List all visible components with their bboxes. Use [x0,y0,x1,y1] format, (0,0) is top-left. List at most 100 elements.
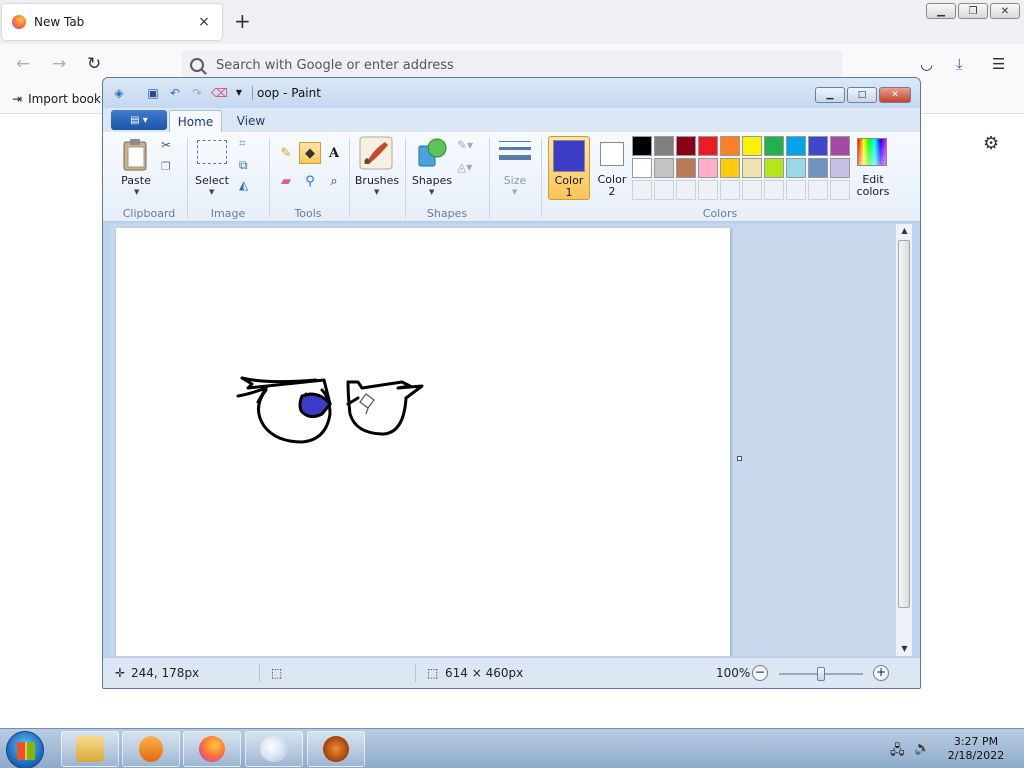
palette-empty-slot[interactable] [698,180,718,200]
palette-swatch[interactable] [654,136,674,156]
palette-empty-slot[interactable] [764,180,784,200]
palette-empty-slot[interactable] [632,180,652,200]
start-button[interactable] [6,731,44,768]
cut-icon[interactable]: ✂ [161,138,171,152]
zoom-out-button[interactable]: − [752,665,768,681]
taskbar-paint[interactable] [245,731,303,767]
palette-swatch[interactable] [786,158,806,178]
zoom-in-button[interactable]: + [873,665,889,681]
brushes-dropdown-icon[interactable]: ▼ [374,188,379,196]
new-tab-button[interactable]: + [234,10,251,32]
network-icon[interactable]: 🖧 [890,741,905,763]
zoom-knob[interactable] [817,667,825,681]
palette-empty-slot[interactable] [830,180,850,200]
resize-icon[interactable]: ⧉ [239,158,248,173]
palette-swatch[interactable] [654,158,674,178]
canvas-resize-handle[interactable] [737,456,742,461]
scroll-up-icon[interactable]: ▲ [896,226,913,235]
scroll-thumb[interactable] [898,240,910,608]
paint-close-button[interactable]: ✕ [879,87,911,103]
palette-swatch[interactable] [632,136,652,156]
palette-swatch[interactable] [742,158,762,178]
scroll-down-icon[interactable]: ▼ [896,644,913,653]
size-icon[interactable] [499,140,531,164]
edit-colors-button[interactable]: Edit colors [851,136,895,202]
color-picker-icon[interactable]: ⚲ [299,170,321,192]
paint-app-icon[interactable]: ◈ [111,86,127,100]
select-dropdown-icon[interactable]: ▼ [209,188,214,196]
brushes-button[interactable]: Brushes [353,174,401,187]
select-button[interactable]: Select [189,174,235,187]
eraser-tool-icon[interactable]: ▰ [275,170,297,192]
save-icon[interactable]: ▣ [145,86,161,100]
close-button[interactable]: ✕ [990,3,1020,19]
zoom-slider[interactable] [779,667,863,681]
palette-swatch[interactable] [764,158,784,178]
reload-icon[interactable]: ↻ [87,54,101,74]
color2-button[interactable]: Color 2 [592,136,632,200]
shapes-icon[interactable] [415,136,449,170]
paste-dropdown-icon[interactable]: ▼ [134,188,139,196]
copy-icon[interactable]: ❐ [161,160,171,173]
tab-home[interactable]: Home [169,110,222,132]
palette-empty-slot[interactable] [720,180,740,200]
outline-icon[interactable]: ✎▾ [457,138,473,152]
drawing-canvas[interactable] [116,228,730,656]
fill-icon[interactable]: ◬▾ [457,160,472,174]
palette-swatch[interactable] [720,136,740,156]
redo-icon[interactable]: ↷ [189,86,205,100]
back-arrow-icon[interactable]: ← [16,54,30,74]
undo-icon[interactable]: ↶ [167,86,183,100]
taskbar-app[interactable] [307,731,365,767]
palette-swatch[interactable] [808,158,828,178]
paint-minimize-button[interactable]: ▁ [815,87,845,103]
palette-swatch[interactable] [830,136,850,156]
palette-empty-slot[interactable] [742,180,762,200]
paste-button[interactable]: Paste [113,174,159,187]
fill-bucket-icon[interactable]: ◆ [299,142,321,164]
palette-empty-slot[interactable] [808,180,828,200]
palette-swatch[interactable] [676,158,696,178]
select-icon[interactable] [197,140,227,164]
palette-swatch[interactable] [742,136,762,156]
import-bookmarks-link[interactable]: Import bookr [28,92,106,106]
palette-swatch[interactable] [698,136,718,156]
crop-icon[interactable]: ⌗ [239,136,246,151]
palette-empty-slot[interactable] [676,180,696,200]
tab-view[interactable]: View [230,110,272,132]
taskbar-explorer[interactable] [61,731,119,767]
brushes-icon[interactable] [359,136,393,170]
palette-swatch[interactable] [808,136,828,156]
restore-button[interactable]: ❐ [958,3,988,19]
size-button[interactable]: Size [491,174,539,187]
palette-swatch[interactable] [698,158,718,178]
rotate-icon[interactable]: ◭ [239,178,248,192]
shapes-button[interactable]: Shapes [408,174,456,187]
taskbar-firefox[interactable] [183,731,241,767]
forward-arrow-icon[interactable]: → [52,54,66,74]
palette-swatch[interactable] [676,136,696,156]
eraser-icon[interactable]: ⌫ [211,86,228,100]
palette-swatch[interactable] [720,158,740,178]
vertical-scrollbar[interactable]: ▲ ▼ [895,224,912,656]
magnifier-icon[interactable]: ⌕ [323,170,345,192]
text-tool-icon[interactable]: A [323,142,345,164]
palette-swatch[interactable] [632,158,652,178]
palette-swatch[interactable] [786,136,806,156]
download-icon[interactable]: ⤓ [956,55,963,73]
customize-qat-icon[interactable]: ▼ [231,86,247,100]
gear-icon[interactable]: ⚙ [983,133,999,154]
pocket-icon[interactable]: ◡ [920,55,933,73]
palette-empty-slot[interactable] [654,180,674,200]
size-dropdown-icon[interactable]: ▼ [512,188,517,196]
paint-maximize-button[interactable]: □ [847,87,877,103]
address-bar[interactable]: Search with Google or enter address [182,50,842,80]
paste-icon[interactable] [121,138,151,172]
minimize-button[interactable]: ▁ [926,3,956,19]
paint-menu-button[interactable]: ▤ ▾ [111,110,167,130]
browser-tab-new-tab[interactable]: New Tab × [2,4,222,40]
palette-swatch[interactable] [830,158,850,178]
pencil-icon[interactable]: ✎ [275,142,297,164]
menu-icon[interactable]: ☰ [992,55,1005,73]
tab-close-icon[interactable]: × [196,14,212,30]
